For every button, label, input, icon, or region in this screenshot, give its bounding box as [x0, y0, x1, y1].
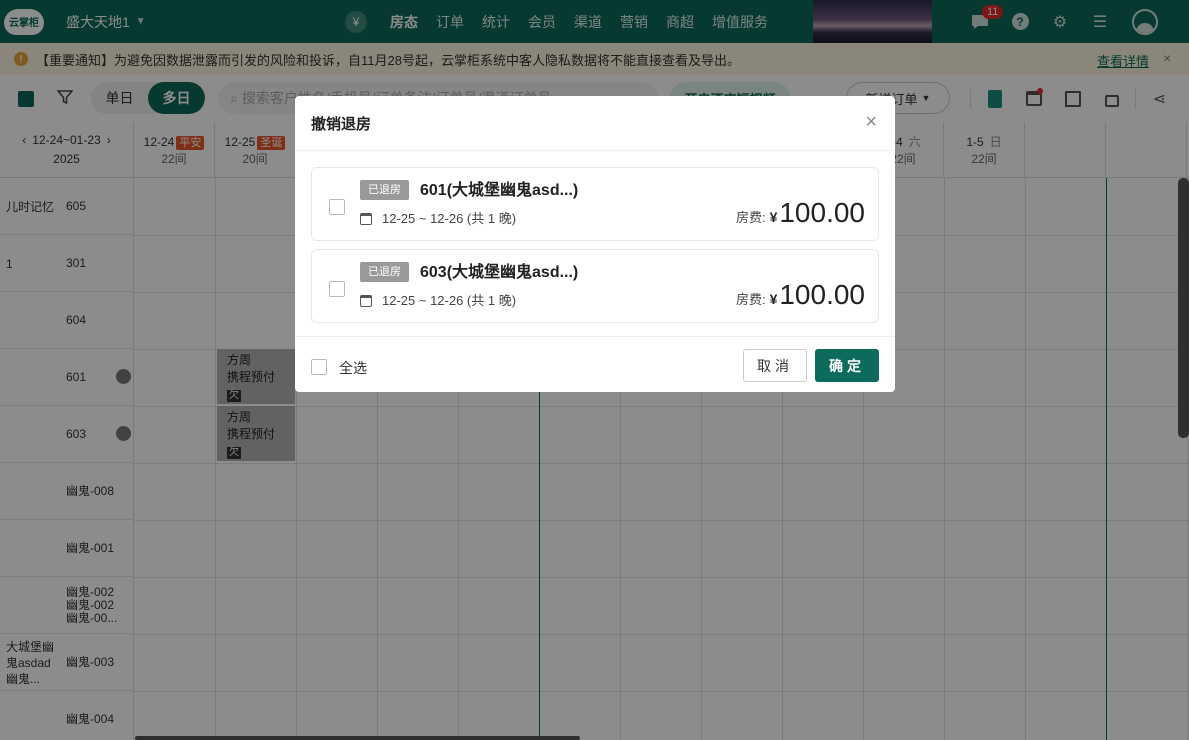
room-name: 603(大城堡幽鬼asd...): [420, 264, 579, 281]
date-range-text: 12-25 ~ 12-26 (共 1 晚): [382, 211, 517, 226]
select-all-label[interactable]: 全选: [339, 358, 367, 378]
room-card[interactable]: 已退房 603(大城堡幽鬼asd...) 12-25 ~ 12-26 (共 1 …: [311, 249, 879, 323]
calendar-check-icon: [360, 295, 372, 307]
room-card[interactable]: 已退房 601(大城堡幽鬼asd...) 12-25 ~ 12-26 (共 1 …: [311, 167, 879, 241]
room-fee: 房费: ¥ 100.00: [736, 196, 865, 230]
fee-currency: ¥: [769, 209, 778, 225]
stay-dates: 12-25 ~ 12-26 (共 1 晚): [360, 209, 516, 229]
select-all-checkbox[interactable]: [311, 359, 327, 375]
room-checkbox[interactable]: [329, 281, 345, 297]
undo-checkout-dialog: 撤销退房 × 已退房 601(大城堡幽鬼asd...) 12-25 ~ 12-2…: [295, 96, 895, 392]
status-badge: 已退房: [360, 262, 409, 282]
stay-dates: 12-25 ~ 12-26 (共 1 晚): [360, 291, 516, 311]
room-checkbox[interactable]: [329, 199, 345, 215]
fee-label: 房费:: [735, 210, 766, 225]
dialog-title: 撤销退房: [311, 115, 372, 133]
fee-currency: ¥: [769, 291, 778, 307]
fee-amount: 100.00: [779, 279, 865, 310]
date-range-text: 12-25 ~ 12-26 (共 1 晚): [382, 293, 517, 308]
fee-amount: 100.00: [779, 197, 865, 228]
confirm-button[interactable]: 确定: [815, 349, 879, 382]
dialog-header: 撤销退房 ×: [295, 96, 895, 151]
room-name: 601(大城堡幽鬼asd...): [420, 182, 579, 199]
dialog-footer: 全选 取消 确定: [295, 336, 895, 392]
cancel-button[interactable]: 取消: [743, 349, 807, 382]
room-fee: 房费: ¥ 100.00: [736, 278, 865, 312]
status-badge: 已退房: [360, 180, 409, 200]
calendar-check-icon: [360, 213, 372, 225]
fee-label: 房费:: [735, 292, 766, 307]
close-icon[interactable]: ×: [865, 112, 877, 132]
